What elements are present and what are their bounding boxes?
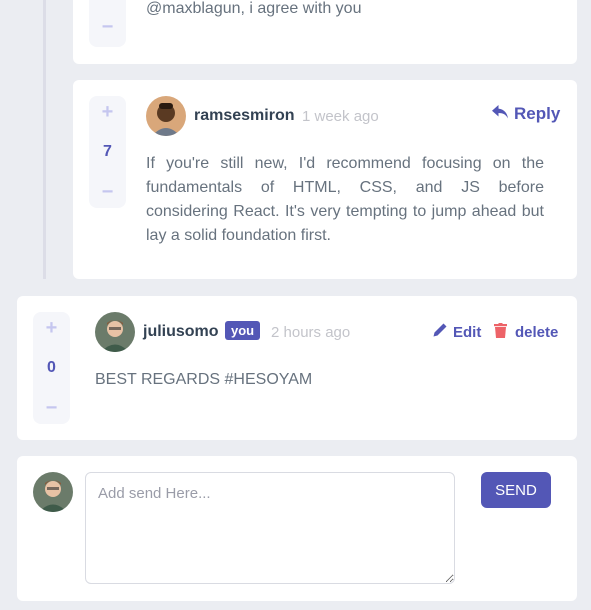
comment-text: If you're still new, I'd recommend focus… — [146, 155, 544, 244]
comment-text: @maxblagun, i agree with you — [146, 0, 362, 17]
reply-thread-line — [43, 0, 46, 279]
comment-input[interactable] — [85, 472, 455, 584]
comment-text: BEST REGARDS #HESOYAM — [95, 371, 313, 388]
comment-card-top: − @maxblagun, i agree with you — [73, 0, 577, 64]
avatar — [33, 472, 73, 512]
delete-button[interactable]: delete — [494, 323, 558, 342]
downvote-button[interactable]: − — [98, 182, 118, 202]
upvote-button[interactable]: + — [42, 318, 62, 338]
vote-score: 7 — [103, 143, 112, 160]
username[interactable]: ramsesmiron — [194, 107, 295, 125]
timestamp: 2 hours ago — [271, 324, 351, 341]
reply-button[interactable]: Reply — [492, 104, 560, 124]
comment-card-ramsesmiron: + 7 − ramsesmiron 1 week ago Reply If yo… — [73, 80, 577, 279]
timestamp: 1 week ago — [302, 108, 379, 125]
delete-label: delete — [515, 324, 559, 341]
upvote-button[interactable]: + — [98, 102, 118, 122]
trash-icon — [494, 323, 507, 342]
avatar — [95, 312, 135, 352]
downvote-button[interactable]: − — [98, 17, 118, 37]
reply-icon — [492, 104, 508, 124]
edit-button[interactable]: Edit — [433, 323, 481, 341]
comment-card-juliusomo: + 0 − juliusomo you 2 hours ago Edit del… — [17, 296, 577, 440]
pencil-icon — [433, 323, 447, 341]
vote-control: − — [89, 0, 126, 47]
vote-control: + 0 − — [33, 312, 70, 424]
edit-label: Edit — [453, 323, 482, 341]
reply-label: Reply — [514, 104, 561, 123]
avatar — [146, 96, 186, 136]
send-button[interactable]: SEND — [481, 472, 551, 508]
downvote-button[interactable]: − — [42, 398, 62, 418]
you-badge: you — [225, 321, 261, 340]
vote-control: + 7 − — [89, 96, 126, 208]
comments-page: − @maxblagun, i agree with you + 7 − ram… — [0, 0, 591, 610]
username[interactable]: juliusomo — [143, 323, 219, 341]
vote-score: 0 — [47, 359, 56, 376]
reply-composer: SEND — [17, 456, 577, 601]
